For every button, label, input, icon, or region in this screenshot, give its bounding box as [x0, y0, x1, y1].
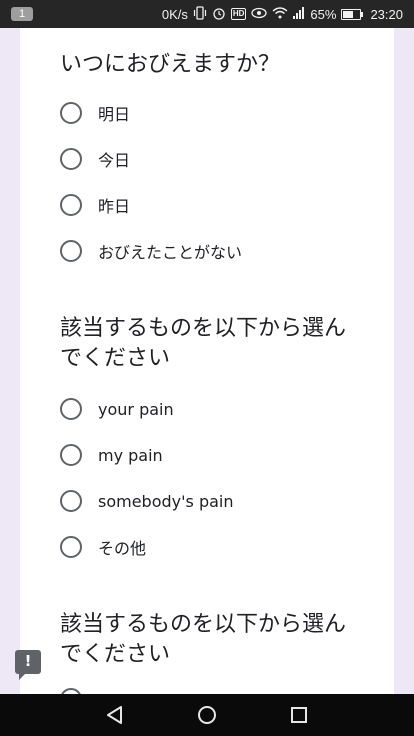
option-label: somebody's pain	[98, 491, 234, 511]
radio-button[interactable]	[60, 240, 82, 262]
hd-icon: HD	[230, 8, 247, 20]
radio-option[interactable]: その他	[60, 532, 146, 562]
battery-icon	[341, 8, 364, 20]
radio-option[interactable]: 明日	[60, 98, 130, 128]
network-speed: 0K/s	[161, 6, 188, 22]
alarm-icon	[212, 6, 226, 23]
radio-option[interactable]: おびえたことがない	[60, 236, 242, 266]
radio-button[interactable]	[60, 398, 82, 420]
eye-icon	[251, 7, 268, 22]
form-card: いつにおびえますか？ 明日 今日 昨日 おびえたことがない 該当するものを以下か…	[20, 28, 394, 710]
radio-button[interactable]	[60, 148, 82, 170]
question-title: いつにおびえますか？	[60, 52, 281, 77]
home-circle-icon[interactable]	[196, 704, 218, 730]
option-label: 昨日	[98, 197, 131, 216]
radio-option[interactable]: 昨日	[60, 190, 130, 220]
radio-button[interactable]	[60, 444, 82, 466]
option-label: 今日	[98, 151, 131, 170]
option-label: my pain	[98, 445, 163, 465]
wifi-icon	[272, 6, 288, 22]
option-label: その他	[98, 539, 147, 558]
radio-button[interactable]	[60, 536, 82, 558]
radio-button[interactable]	[60, 102, 82, 124]
question-title: 該当するものを以下から選んでください	[60, 316, 347, 371]
radio-option[interactable]: somebody's pain	[60, 486, 234, 516]
status-icons: 0K/s HD 65% 23:20	[162, 0, 403, 28]
radio-option[interactable]: your pain	[60, 394, 174, 424]
radio-option[interactable]: 今日	[60, 144, 130, 174]
status-bar: 1 0K/s HD 65% 23:20	[0, 0, 414, 28]
back-triangle-icon[interactable]	[104, 704, 126, 730]
option-label: your pain	[98, 399, 174, 419]
radio-option[interactable]: my pain	[60, 440, 163, 470]
option-label: 明日	[98, 105, 131, 124]
radio-button[interactable]	[60, 194, 82, 216]
battery-percent: 65%	[310, 6, 337, 22]
notification-badge: 1	[11, 7, 33, 21]
signal-icon	[293, 6, 305, 22]
question-title: 該当するものを以下から選んでください	[60, 612, 347, 667]
navigation-bar	[0, 694, 414, 736]
feedback-icon[interactable]: !	[15, 650, 41, 680]
option-label: おびえたことがない	[98, 243, 243, 262]
vibrate-icon	[193, 5, 207, 23]
clock: 23:20	[370, 6, 403, 22]
recents-square-icon[interactable]	[288, 704, 310, 730]
radio-button[interactable]	[60, 490, 82, 512]
